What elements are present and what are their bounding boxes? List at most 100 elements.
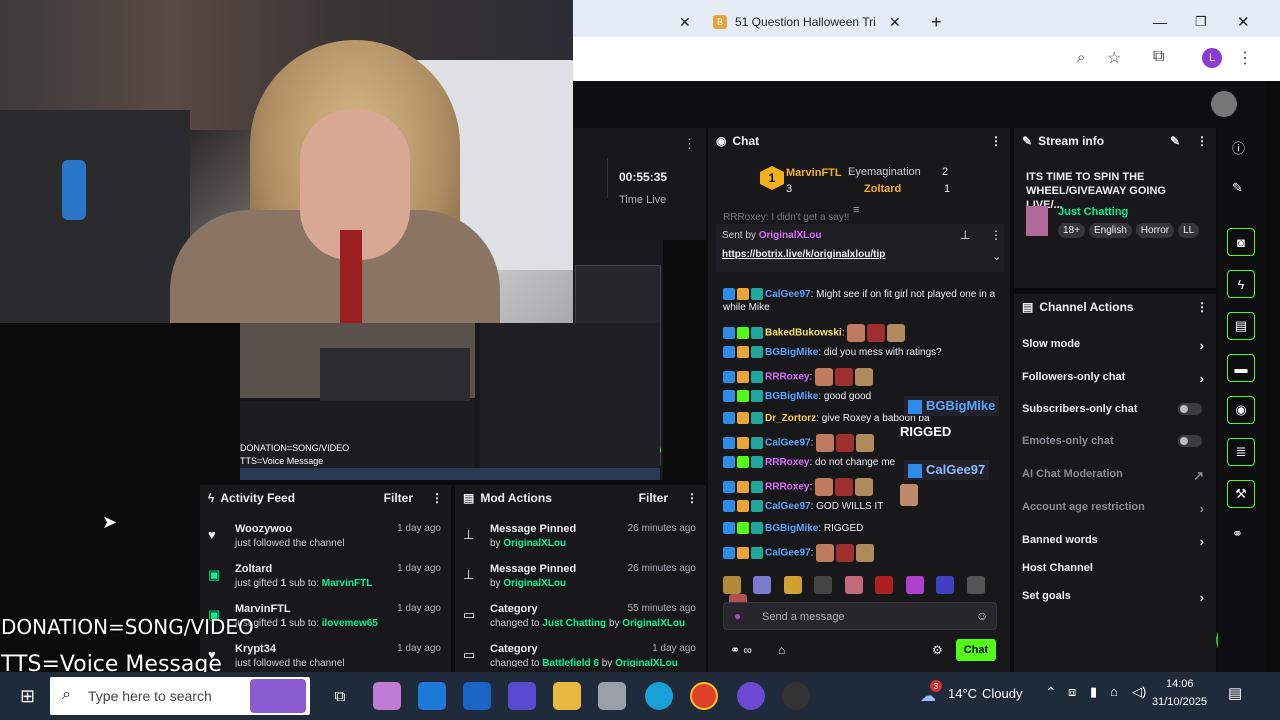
layers-icon[interactable]: ≣ <box>1227 438 1255 466</box>
mic-icon[interactable]: ● <box>734 609 741 623</box>
panel-menu-icon[interactable]: ⋮ <box>686 491 698 505</box>
tray-icon[interactable]: ⧈ <box>1068 684 1076 700</box>
panel-menu-icon[interactable]: ⋮ <box>990 134 1002 148</box>
info-icon[interactable]: ⓘ <box>1232 138 1245 157</box>
send-chat-button[interactable]: Chat <box>956 639 996 661</box>
action-account-age[interactable]: Account age restriction › <box>1022 501 1212 516</box>
gifter-name[interactable]: Eyemagination <box>848 166 921 178</box>
notifications-icon[interactable]: ▤ <box>1228 684 1242 702</box>
action-emotes-only[interactable]: Emotes-only chat <box>1022 435 1212 447</box>
new-tab-icon[interactable]: + <box>931 7 942 37</box>
clock-date[interactable]: 31/10/2025 <box>1152 696 1207 708</box>
settings-gear-icon[interactable]: ⚙ <box>932 643 943 657</box>
pin-icon[interactable]: ⊥ <box>960 228 970 242</box>
share-icon[interactable]: ⚭ ∞ <box>730 643 752 657</box>
chat-username[interactable]: RRRoxey <box>765 482 809 493</box>
copilot-icon[interactable] <box>373 682 401 710</box>
lightning-icon[interactable]: ϟ <box>1227 270 1255 298</box>
chat-username[interactable]: RRRoxey <box>765 457 809 468</box>
action-slow-mode[interactable]: Slow mode › <box>1022 338 1212 353</box>
close-window-icon[interactable]: ✕ <box>1237 7 1250 37</box>
panel-menu-icon[interactable]: ⋮ <box>1196 134 1208 148</box>
chat-username[interactable]: CalGee97 <box>765 289 811 300</box>
avatar[interactable] <box>1211 91 1237 117</box>
emote[interactable] <box>783 576 802 594</box>
store-icon[interactable] <box>418 682 446 710</box>
store-icon[interactable]: ⌂ <box>778 643 785 657</box>
activity-filter-button[interactable]: Filter <box>384 491 413 505</box>
folder-icon[interactable] <box>553 682 581 710</box>
profile-avatar[interactable]: L <box>1202 48 1222 68</box>
action-followers-only[interactable]: Followers-only chat › <box>1022 371 1212 386</box>
zoom-icon[interactable]: ⌕ <box>1077 49 1085 66</box>
category-name[interactable]: Just Chatting <box>1058 206 1128 218</box>
share-icon[interactable]: ⚭ <box>1232 526 1243 542</box>
edit-pencil-icon[interactable]: ✎ <box>1170 134 1180 148</box>
chat-input[interactable]: ● Send a message ☺ <box>723 602 997 630</box>
browser-tab[interactable]: B 51 Question Halloween Trivia Q ✕ <box>713 7 923 37</box>
bookmark-star-icon[interactable]: ☆ <box>1107 48 1121 68</box>
edge-icon[interactable] <box>645 682 673 710</box>
emote[interactable] <box>905 576 924 594</box>
discord-icon[interactable] <box>737 682 765 710</box>
mod-filter-button[interactable]: Filter <box>639 491 668 505</box>
chat-username[interactable]: RRRoxey <box>765 372 809 383</box>
panel-menu-icon[interactable]: ⋮ <box>683 136 696 152</box>
browser-menu-icon[interactable]: ⋮ <box>1237 48 1253 68</box>
close-tab-icon[interactable]: ✕ <box>679 7 691 37</box>
panel-menu-icon[interactable]: ⋮ <box>1196 300 1208 314</box>
emote[interactable] <box>875 576 894 594</box>
action-banned-words[interactable]: Banned words › <box>1022 534 1212 549</box>
chat-username[interactable]: BGBigMike <box>765 523 818 534</box>
taskbar-search[interactable]: ⌕ Type here to search <box>50 677 310 715</box>
panel-menu-icon[interactable]: ⋮ <box>431 491 443 505</box>
toggle[interactable] <box>1178 403 1202 415</box>
broadcast-icon[interactable]: ◉ <box>1227 396 1255 424</box>
task-view-icon[interactable]: ⧉ <box>326 682 354 710</box>
volume-icon[interactable]: ◁) <box>1132 684 1146 700</box>
action-host-channel[interactable]: Host Channel <box>1022 562 1212 574</box>
app-icon[interactable] <box>598 682 626 710</box>
gifter-name[interactable]: Zoltard <box>864 183 901 195</box>
top-gifter-name[interactable]: MarvinFTL <box>786 167 842 179</box>
gamepad-icon[interactable] <box>508 682 536 710</box>
chat-username[interactable]: BakedBukowski <box>765 328 842 339</box>
chevron-down-icon[interactable]: ⌄ <box>992 250 1001 263</box>
camera-icon[interactable]: ◙ <box>1227 228 1255 256</box>
mic-icon[interactable]: ▮ <box>1090 684 1097 700</box>
outlook-icon[interactable] <box>463 682 491 710</box>
chat-username[interactable]: CalGee97 <box>765 548 811 559</box>
tray-chevron-icon[interactable]: ⌃ <box>1045 684 1057 701</box>
emote[interactable] <box>966 576 985 594</box>
network-icon[interactable]: ⌂ <box>1110 684 1118 699</box>
action-subscribers-only[interactable]: Subscribers-only chat <box>1022 403 1212 415</box>
weather-desc[interactable]: Cloudy <box>982 686 1022 701</box>
emoji-icon[interactable]: ☺ <box>976 609 988 623</box>
document-icon[interactable]: ▤ <box>1227 312 1255 340</box>
minimize-icon[interactable]: — <box>1153 7 1167 37</box>
pinned-link[interactable]: https://botrix.live/k/originalxlou/tip <box>722 249 885 260</box>
chat-username[interactable]: CalGee97 <box>765 438 811 449</box>
emote[interactable] <box>936 576 955 594</box>
emote[interactable] <box>814 576 833 594</box>
action-ai-moderation[interactable]: AI Chat Moderation ↗ <box>1022 468 1212 483</box>
extensions-icon[interactable]: ⧉ <box>1153 48 1164 66</box>
emote[interactable] <box>844 576 863 594</box>
toggle[interactable] <box>1178 435 1202 447</box>
pencil-icon[interactable]: ✎ <box>1232 180 1243 196</box>
chat-username[interactable]: BGBigMike <box>765 391 818 402</box>
tool-icon[interactable]: ⚒ <box>1227 480 1255 508</box>
collapse-icon[interactable]: ≡ <box>853 204 859 216</box>
chat-username[interactable]: BGBigMike <box>765 347 818 358</box>
close-tab-icon[interactable]: ✕ <box>889 14 901 31</box>
chrome-icon[interactable] <box>690 682 718 710</box>
clock-time[interactable]: 14:06 <box>1166 678 1194 690</box>
weather-temp[interactable]: 14°C <box>948 686 977 701</box>
action-set-goals[interactable]: Set goals › <box>1022 590 1212 605</box>
chat-username[interactable]: CalGee97 <box>765 501 811 512</box>
pinned-menu-icon[interactable]: ⋮ <box>990 228 1002 242</box>
windows-start-icon[interactable]: ⊞ <box>20 686 35 707</box>
emote[interactable] <box>723 576 741 594</box>
emote[interactable] <box>753 576 772 594</box>
restore-icon[interactable]: ❐ <box>1195 7 1207 37</box>
